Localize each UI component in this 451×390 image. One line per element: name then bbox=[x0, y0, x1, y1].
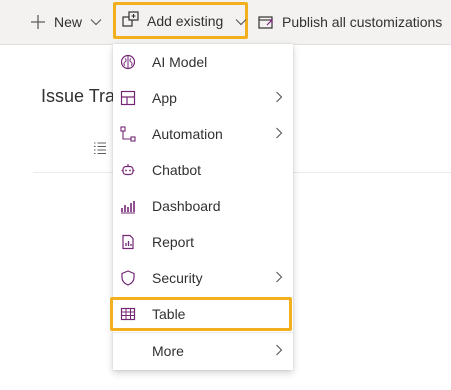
menu-item-label: More bbox=[152, 343, 184, 359]
plus-icon bbox=[30, 14, 46, 30]
menu-item-security[interactable]: Security bbox=[113, 260, 293, 296]
chevron-right-icon bbox=[275, 343, 283, 359]
menu-item-label: Table bbox=[152, 306, 186, 322]
menu-item-report[interactable]: Report bbox=[113, 224, 293, 260]
menu-item-table[interactable]: Table bbox=[110, 297, 292, 331]
new-button[interactable]: New bbox=[30, 0, 102, 44]
add-existing-label: Add existing bbox=[147, 12, 224, 29]
page-title: Issue Trac bbox=[41, 86, 125, 106]
publish-all-label: Publish all customizations bbox=[282, 14, 443, 30]
app-icon bbox=[120, 90, 136, 106]
new-button-label: New bbox=[54, 14, 83, 30]
list-icon[interactable] bbox=[93, 141, 107, 160]
chevron-down-icon bbox=[90, 18, 102, 26]
menu-item-app[interactable]: App bbox=[113, 80, 293, 116]
chevron-right-icon bbox=[275, 126, 283, 142]
report-icon bbox=[120, 234, 136, 250]
chevron-right-icon bbox=[275, 90, 283, 106]
menu-item-more[interactable]: More bbox=[113, 333, 293, 369]
chevron-down-icon bbox=[235, 13, 247, 29]
menu-item-label: Dashboard bbox=[152, 198, 221, 214]
menu-item-label: Report bbox=[152, 234, 195, 250]
menu-item-ai-model[interactable]: AI Model bbox=[113, 44, 293, 80]
menu-item-dashboard[interactable]: Dashboard bbox=[113, 188, 293, 224]
security-icon bbox=[120, 270, 136, 286]
command-bar: New Add existing Publish all customizati… bbox=[0, 0, 451, 45]
menu-item-label: Security bbox=[152, 270, 203, 286]
dashboard-icon bbox=[120, 198, 136, 214]
automation-icon bbox=[120, 126, 136, 142]
menu-item-automation[interactable]: Automation bbox=[113, 116, 293, 152]
ai-model-icon bbox=[120, 54, 136, 70]
menu-item-label: Chatbot bbox=[152, 162, 202, 178]
chevron-right-icon bbox=[275, 270, 283, 286]
table-icon bbox=[120, 306, 136, 322]
add-existing-menu: AI Model App Automation Chatbot Dashboar… bbox=[110, 44, 293, 370]
menu-item-label: AI Model bbox=[152, 54, 208, 70]
add-existing-icon bbox=[122, 11, 139, 30]
add-existing-button[interactable]: Add existing bbox=[113, 2, 248, 39]
chatbot-icon bbox=[120, 162, 136, 178]
publish-all-button[interactable]: Publish all customizations bbox=[258, 0, 442, 44]
menu-item-label: Automation bbox=[152, 126, 223, 142]
publish-icon bbox=[258, 14, 274, 30]
menu-item-label: App bbox=[152, 90, 177, 106]
menu-item-chatbot[interactable]: Chatbot bbox=[113, 152, 293, 188]
